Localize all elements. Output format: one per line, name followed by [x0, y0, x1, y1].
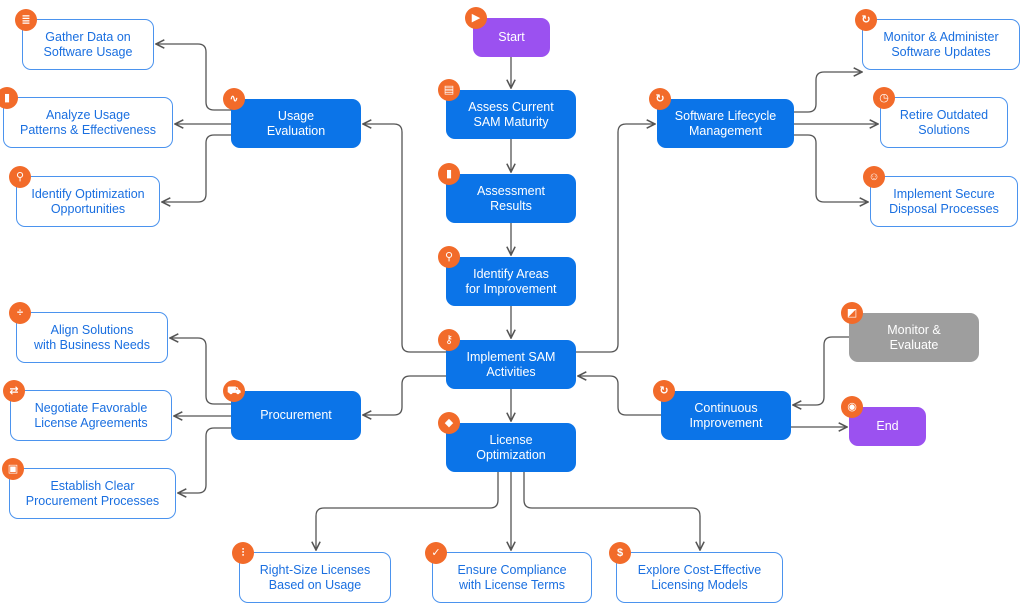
node-label: Retire Outdated Solutions: [899, 107, 989, 137]
node-label: Analyze Usage Patterns & Effectiveness: [20, 107, 156, 137]
node-label: Continuous Improvement: [689, 400, 763, 430]
connector-implement-to-procurement: [363, 375, 446, 415]
search-icon: ⚲: [9, 166, 31, 188]
node-label: Right-Size Licenses Based on Usage: [259, 562, 371, 592]
connector-implement-to-usage: [363, 124, 446, 353]
node-establish[interactable]: ▣ Establish Clear Procurement Processes: [2, 458, 176, 519]
node-assess[interactable]: ▤ Assess Current SAM Maturity: [438, 79, 576, 139]
connector-lifecycle-to-monitor-admin: [794, 72, 862, 113]
node-implement[interactable]: ⚷ Implement SAM Activities: [438, 329, 576, 389]
node-ensure[interactable]: ✓ Ensure Compliance with License Terms: [425, 542, 592, 603]
node-results[interactable]: ▮ Assessment Results: [438, 163, 576, 223]
node-start[interactable]: ▶ Start: [465, 7, 550, 57]
divide-icon: ÷: [9, 302, 31, 324]
tag-icon: ◆: [438, 412, 460, 434]
node-identify-areas[interactable]: ⚲ Identify Areas for Improvement: [438, 246, 576, 306]
node-label: Explore Cost-Effective Licensing Models: [637, 562, 762, 592]
node-label: Gather Data on Software Usage: [43, 29, 133, 59]
node-label: Procurement: [260, 408, 332, 422]
refresh-icon: ↻: [653, 380, 675, 402]
node-label: Identify Optimization Opportunities: [31, 186, 145, 216]
node-negotiate[interactable]: ⇄ Negotiate Favorable License Agreements: [3, 380, 172, 441]
pulse-icon: ∿: [223, 88, 245, 110]
connector-procurement-to-establish: [178, 427, 231, 493]
node-lifecycle[interactable]: ↻ Software Lifecycle Management: [649, 88, 794, 148]
key-icon: ⚷: [438, 329, 460, 351]
search-icon: ⚲: [438, 246, 460, 268]
node-label: Align Solutions with Business Needs: [33, 322, 151, 352]
node-end[interactable]: ◉ End: [841, 396, 926, 446]
node-label: Establish Clear Procurement Processes: [25, 478, 160, 508]
node-monitor-admin[interactable]: ↻ Monitor & Administer Software Updates: [855, 9, 1020, 70]
node-label: Implement Secure Disposal Processes: [889, 186, 999, 216]
node-label: Implement SAM Activities: [466, 349, 556, 379]
connector-continuous-to-implement: [578, 376, 661, 416]
node-align[interactable]: ÷ Align Solutions with Business Needs: [9, 302, 168, 363]
node-label: Start: [498, 30, 525, 44]
connector-license-to-explore: [523, 472, 700, 550]
play-icon: ▶: [465, 7, 487, 29]
node-label: License Optimization: [476, 432, 546, 462]
node-label: Assess Current SAM Maturity: [468, 99, 554, 129]
node-dispose[interactable]: ☺ Implement Secure Disposal Processes: [863, 166, 1018, 227]
clipboard-icon: ▤: [438, 79, 460, 101]
node-procurement[interactable]: ⛟ Procurement: [223, 380, 361, 440]
node-label: Software Lifecycle Management: [674, 108, 777, 138]
node-usage[interactable]: ∿ Usage Evaluation: [223, 88, 361, 148]
history-icon: ◷: [873, 87, 895, 109]
node-identify-opt[interactable]: ⚲ Identify Optimization Opportunities: [9, 166, 160, 227]
database-icon: ≣: [15, 9, 37, 31]
node-rightsize[interactable]: ⫶ Right-Size Licenses Based on Usage: [232, 542, 391, 603]
connector-implement-to-lifecycle: [576, 124, 655, 353]
node-label: Identify Areas for Improvement: [465, 266, 557, 296]
node-label: Ensure Compliance with License Terms: [457, 562, 567, 592]
monitor-chart-icon: ◩: [841, 302, 863, 324]
node-label: Monitor & Evaluate: [887, 322, 941, 352]
handshake-icon: ⇄: [3, 380, 25, 402]
refresh-icon: ↻: [855, 9, 877, 31]
node-continuous[interactable]: ↻ Continuous Improvement: [653, 380, 791, 440]
node-analyze[interactable]: ▮ Analyze Usage Patterns & Effectiveness: [0, 87, 173, 148]
node-license-opt[interactable]: ◆ License Optimization: [438, 412, 576, 472]
refresh-icon: ↻: [649, 88, 671, 110]
node-label: Assessment Results: [476, 183, 546, 213]
connector-monitor-to-continuous: [793, 336, 849, 405]
cart-icon: ⛟: [223, 380, 245, 402]
node-monitor-evaluate[interactable]: ◩ Monitor & Evaluate: [841, 302, 979, 362]
connector-procurement-to-align: [170, 338, 231, 405]
connector-lifecycle-to-dispose: [794, 134, 868, 202]
node-gather[interactable]: ≣ Gather Data on Software Usage: [15, 9, 154, 70]
connector-usage-to-identify-opt: [162, 134, 231, 202]
bar-chart-icon: ▮: [0, 87, 18, 109]
node-label: End: [876, 419, 899, 433]
user-icon: ☺: [863, 166, 885, 188]
node-label: Negotiate Favorable License Agreements: [34, 400, 148, 430]
node-label: Usage Evaluation: [266, 108, 326, 138]
node-retire[interactable]: ◷ Retire Outdated Solutions: [873, 87, 1008, 148]
check-circle-icon: ✓: [425, 542, 447, 564]
node-explore[interactable]: $ Explore Cost-Effective Licensing Models: [609, 542, 783, 603]
process-icon: ▣: [2, 458, 24, 480]
dollar-icon: $: [609, 542, 631, 564]
bar-chart-icon: ▮: [438, 163, 460, 185]
stop-icon: ◉: [841, 396, 863, 418]
connector-license-to-rightsize: [316, 472, 499, 550]
node-label: Monitor & Administer Software Updates: [883, 29, 999, 59]
sliders-icon: ⫶: [232, 542, 254, 564]
